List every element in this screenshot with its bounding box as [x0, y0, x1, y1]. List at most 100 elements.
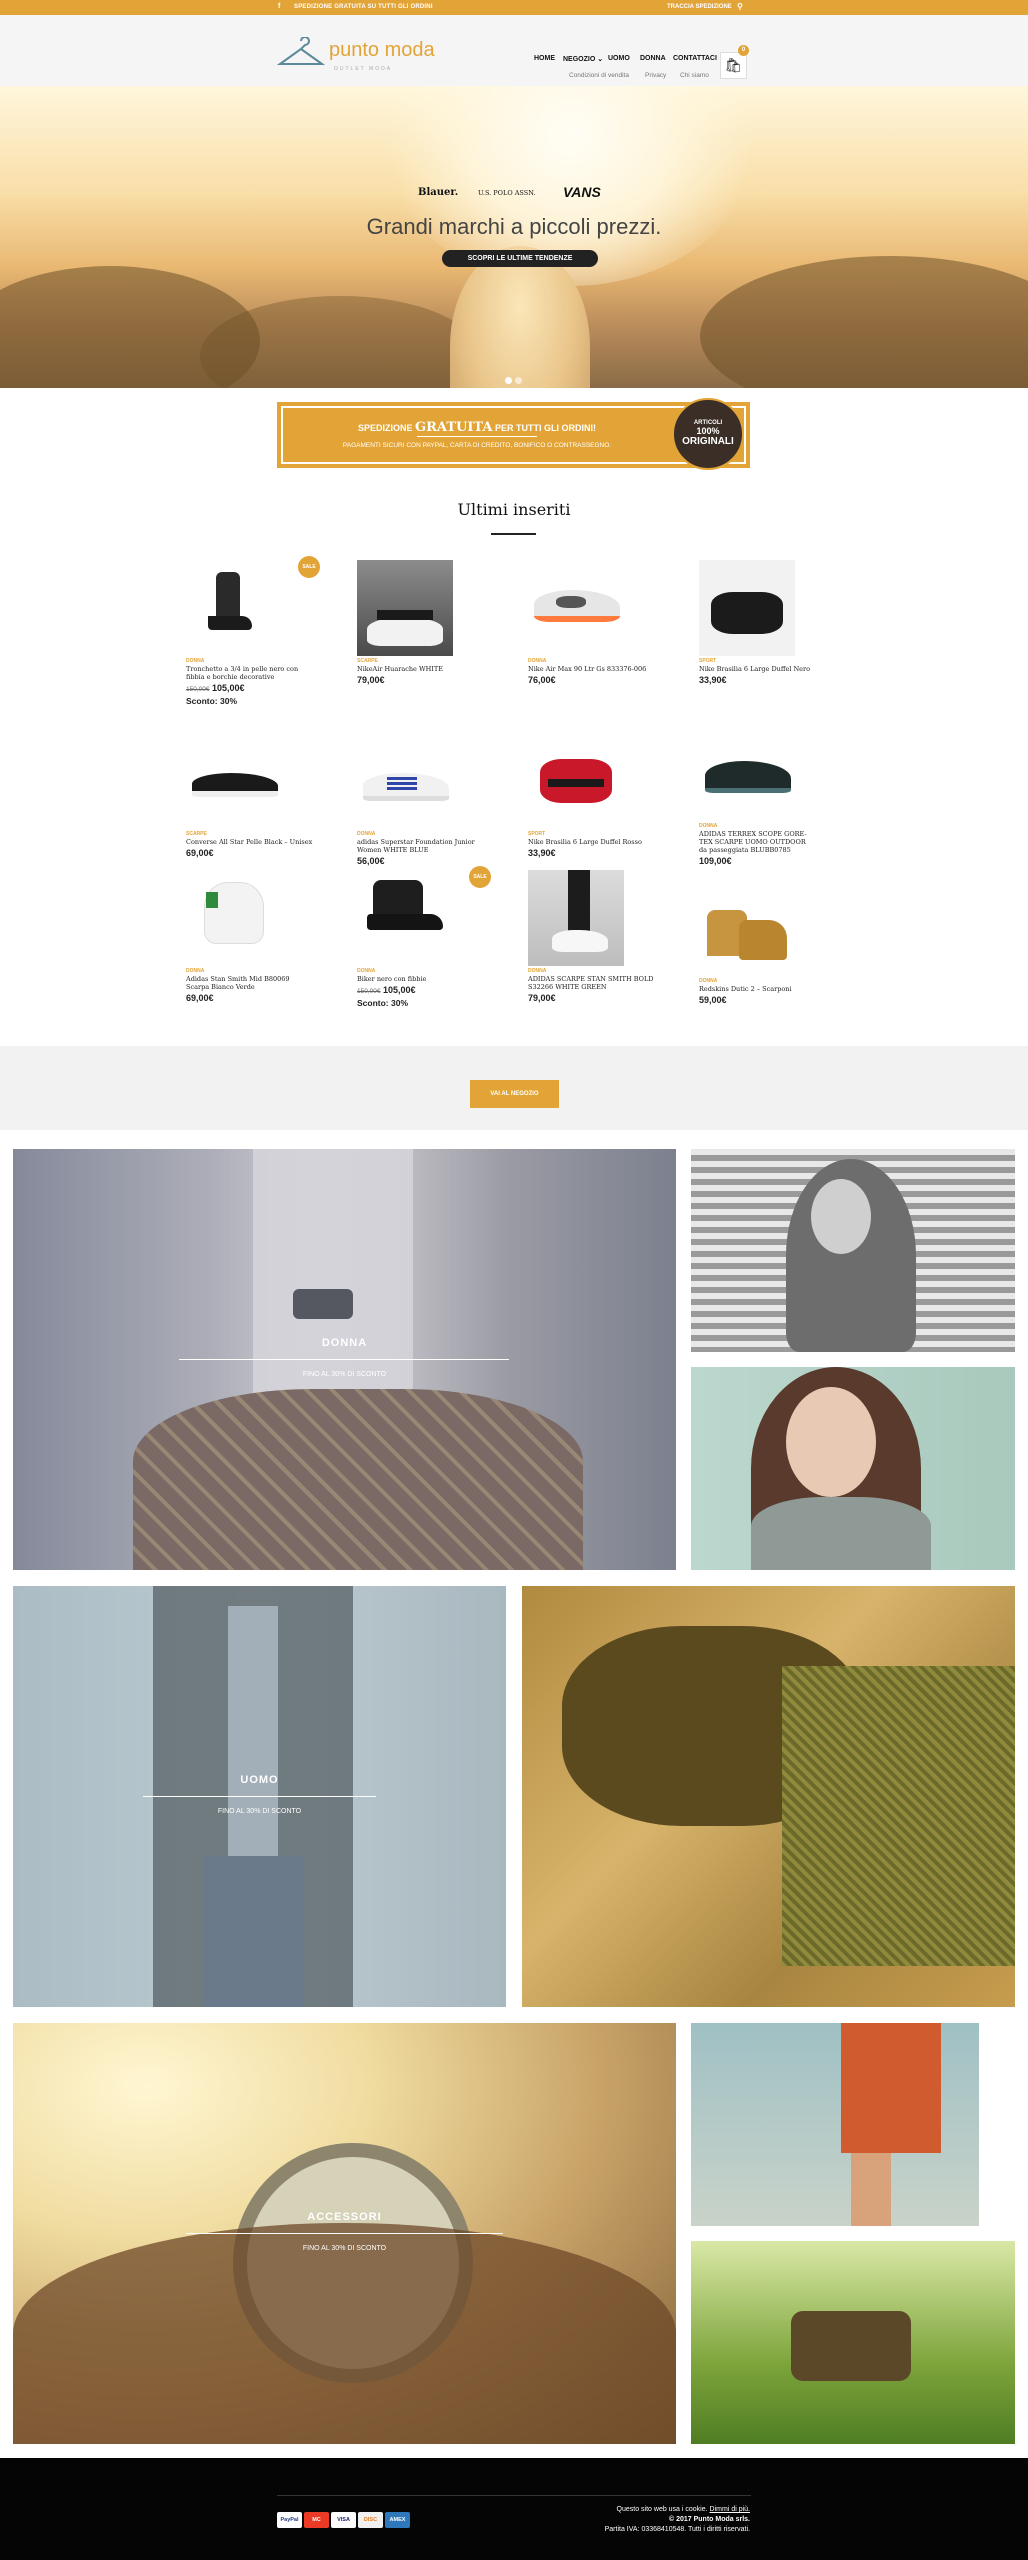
product-image[interactable]: [699, 725, 795, 821]
product-category[interactable]: DONNA: [357, 831, 507, 838]
visa-icon: VISA: [331, 2512, 356, 2528]
product-name[interactable]: Biker nero con fibbie: [357, 975, 485, 983]
product-image[interactable]: [186, 560, 282, 656]
product-image[interactable]: [528, 560, 624, 656]
product-image[interactable]: [357, 560, 453, 656]
nav-condizioni[interactable]: Condizioni di vendita: [569, 72, 629, 79]
hero-cta-button[interactable]: SCOPRI LE ULTIME TENDENZE: [442, 250, 598, 267]
tile-uomo[interactable]: UOMO FINO AL 30% DI SCONTO: [13, 1586, 506, 2007]
track-shipping-link[interactable]: TRACCIA SPEDIZIONE: [667, 4, 732, 10]
product-price: 56,00€: [357, 856, 385, 866]
product-card[interactable]: DONNA ADIDAS TERREX SCOPE GORE-TEX SCARPE…: [699, 725, 849, 866]
slider-dot[interactable]: [505, 377, 512, 384]
product-name[interactable]: Nike Brasilia 6 Large Duffel Rosso: [528, 838, 656, 846]
product-name[interactable]: NikeAir Huarache WHITE: [357, 665, 485, 673]
product-image[interactable]: [699, 560, 795, 656]
product-name[interactable]: Adidas Stan Smith Mid B80069 Scarpa Bian…: [186, 975, 314, 991]
nav-negozio[interactable]: NEGOZIO ⌄: [563, 55, 603, 63]
brand-uspolo: U.S. POLO ASSN.: [478, 189, 536, 197]
slider-dot[interactable]: [515, 377, 522, 384]
product-name[interactable]: ADIDAS TERREX SCOPE GORE-TEX SCARPE UOMO…: [699, 830, 814, 854]
product-card[interactable]: DONNA Biker nero con fibbie 150,00€ 105,00…: [357, 870, 507, 1008]
tile-donna-2[interactable]: [691, 1149, 1015, 1352]
tile-label: DONNA: [321, 1337, 368, 1349]
nav-donna[interactable]: DONNA: [640, 55, 666, 62]
tile-label: UOMO: [240, 1774, 279, 1786]
brand-vans: VANS: [563, 184, 601, 200]
search-icon[interactable]: ⚲: [737, 2, 743, 11]
product-category[interactable]: DONNA: [357, 968, 507, 975]
product-card[interactable]: DONNA Nike Air Max 90 Ltr Gs 833376-006 76…: [528, 560, 678, 685]
cookie-notice: Questo sito web usa i cookie. Dimmi di p…: [616, 2506, 750, 2513]
product-price: 79,00€: [528, 993, 556, 1003]
product-card[interactable]: SPORT Nike Brasilia 6 Large Duffel Nero 33…: [699, 560, 849, 685]
product-card[interactable]: DONNA ADIDAS SCARPE STAN SMITH BOLD S3226…: [528, 870, 678, 1003]
hero-slider: Blauer. U.S. POLO ASSN. VANS Grandi marc…: [0, 86, 1028, 388]
product-card[interactable]: DONNA adidas Superstar Foundation Junior …: [357, 733, 507, 866]
product-name[interactable]: Nike Air Max 90 Ltr Gs 833376-006: [528, 665, 656, 673]
nav-contattaci[interactable]: CONTATTACI: [673, 55, 717, 62]
product-category[interactable]: DONNA: [699, 978, 849, 985]
product-category[interactable]: SCARPE: [186, 831, 336, 838]
slider-dots: [505, 371, 525, 388]
product-image[interactable]: [186, 733, 282, 829]
nav-chi-siamo[interactable]: Chi siamo: [680, 72, 709, 79]
product-price: 33,90€: [699, 675, 727, 685]
cookie-link[interactable]: Dimmi di più.: [710, 2506, 750, 2513]
product-name[interactable]: Nike Brasilia 6 Large Duffel Nero: [699, 665, 827, 673]
shopping-bag-icon: 🛍: [724, 57, 743, 73]
product-name[interactable]: ADIDAS SCARPE STAN SMITH BOLD S32266 WHI…: [528, 975, 656, 991]
tile-donna-3[interactable]: [691, 1367, 1015, 1570]
facebook-icon[interactable]: f: [278, 3, 280, 10]
nav-privacy[interactable]: Privacy: [645, 72, 666, 79]
product-price: 150,00€ 105,00€: [186, 683, 245, 693]
product-card[interactable]: DONNA Tronchetto a 3/4 in pelle nero con …: [186, 560, 336, 706]
shop-button[interactable]: VAI AL NEGOZIO: [470, 1080, 559, 1108]
product-category[interactable]: DONNA: [528, 658, 678, 665]
product-category[interactable]: DONNA: [699, 823, 849, 830]
product-name[interactable]: adidas Superstar Foundation Junior Women…: [357, 838, 485, 854]
product-card[interactable]: DONNA Redskins Dutic 2 – Scarponi 59,00€: [699, 880, 849, 1005]
shipping-banner: SPEDIZIONE GRATUITA PER TUTTI GLI ORDINI…: [277, 398, 750, 470]
product-name[interactable]: Converse All Star Pelle Black – Unisex: [186, 838, 314, 846]
vat-info: Partita IVA: 03368410548. Tutti i diritt…: [604, 2526, 750, 2533]
tile-sub: FINO AL 30% DI SCONTO: [302, 1371, 387, 1378]
site-header: punto moda OUTLET MODA HOME NEGOZIO ⌄ UO…: [0, 15, 1028, 86]
product-image[interactable]: [357, 870, 453, 966]
paypal-icon: PayPal: [277, 2512, 302, 2528]
shipping-notice: SPEDIZIONE GRATUITA SU TUTTI GLI ORDINI: [294, 4, 433, 10]
product-image[interactable]: [528, 870, 624, 966]
product-card[interactable]: SPORT Nike Brasilia 6 Large Duffel Rosso 3…: [528, 733, 678, 858]
product-name[interactable]: Tronchetto a 3/4 in pelle nero con fibbi…: [186, 665, 314, 681]
tile-donna[interactable]: DONNA FINO AL 30% DI SCONTO: [13, 1149, 676, 1570]
product-image[interactable]: [357, 733, 453, 829]
logo[interactable]: punto moda OUTLET MODA: [277, 35, 437, 79]
product-card[interactable]: SCARPE NikeAir Huarache WHITE 79,00€: [357, 560, 507, 685]
sale-badge: SALE: [298, 556, 320, 578]
product-category[interactable]: DONNA: [186, 968, 336, 975]
product-discount: Sconto: 30%: [357, 998, 409, 1008]
product-image[interactable]: [528, 733, 624, 829]
nav-uomo[interactable]: UOMO: [608, 55, 630, 62]
product-category[interactable]: DONNA: [528, 968, 678, 975]
product-price: 109,00€: [699, 856, 732, 866]
product-image[interactable]: [186, 870, 282, 966]
nav-home[interactable]: HOME: [534, 55, 555, 62]
product-category[interactable]: DONNA: [186, 658, 336, 665]
mastercard-icon: MC: [304, 2512, 329, 2528]
banner-headline: SPEDIZIONE GRATUITA PER TUTTI GLI ORDINI…: [358, 420, 596, 435]
product-image[interactable]: [699, 880, 795, 976]
section-title: Ultimi inseriti: [457, 500, 571, 519]
product-category[interactable]: SCARPE: [357, 658, 507, 665]
product-card[interactable]: SCARPE Converse All Star Pelle Black – Un…: [186, 733, 336, 858]
tile-accessori[interactable]: ACCESSORI FINO AL 30% DI SCONTO: [13, 2023, 676, 2444]
tile-accessori-2[interactable]: [691, 2023, 979, 2226]
tile-uomo-2[interactable]: [522, 1586, 1015, 2007]
product-category[interactable]: SPORT: [699, 658, 849, 665]
tile-accessori-3[interactable]: [691, 2241, 1015, 2444]
tile-sub: FINO AL 30% DI SCONTO: [302, 2245, 387, 2252]
product-name[interactable]: Redskins Dutic 2 – Scarponi: [699, 985, 827, 993]
cart-button[interactable]: 🛍 0: [720, 45, 749, 79]
product-category[interactable]: SPORT: [528, 831, 678, 838]
product-card[interactable]: DONNA Adidas Stan Smith Mid B80069 Scarpa…: [186, 870, 336, 1003]
